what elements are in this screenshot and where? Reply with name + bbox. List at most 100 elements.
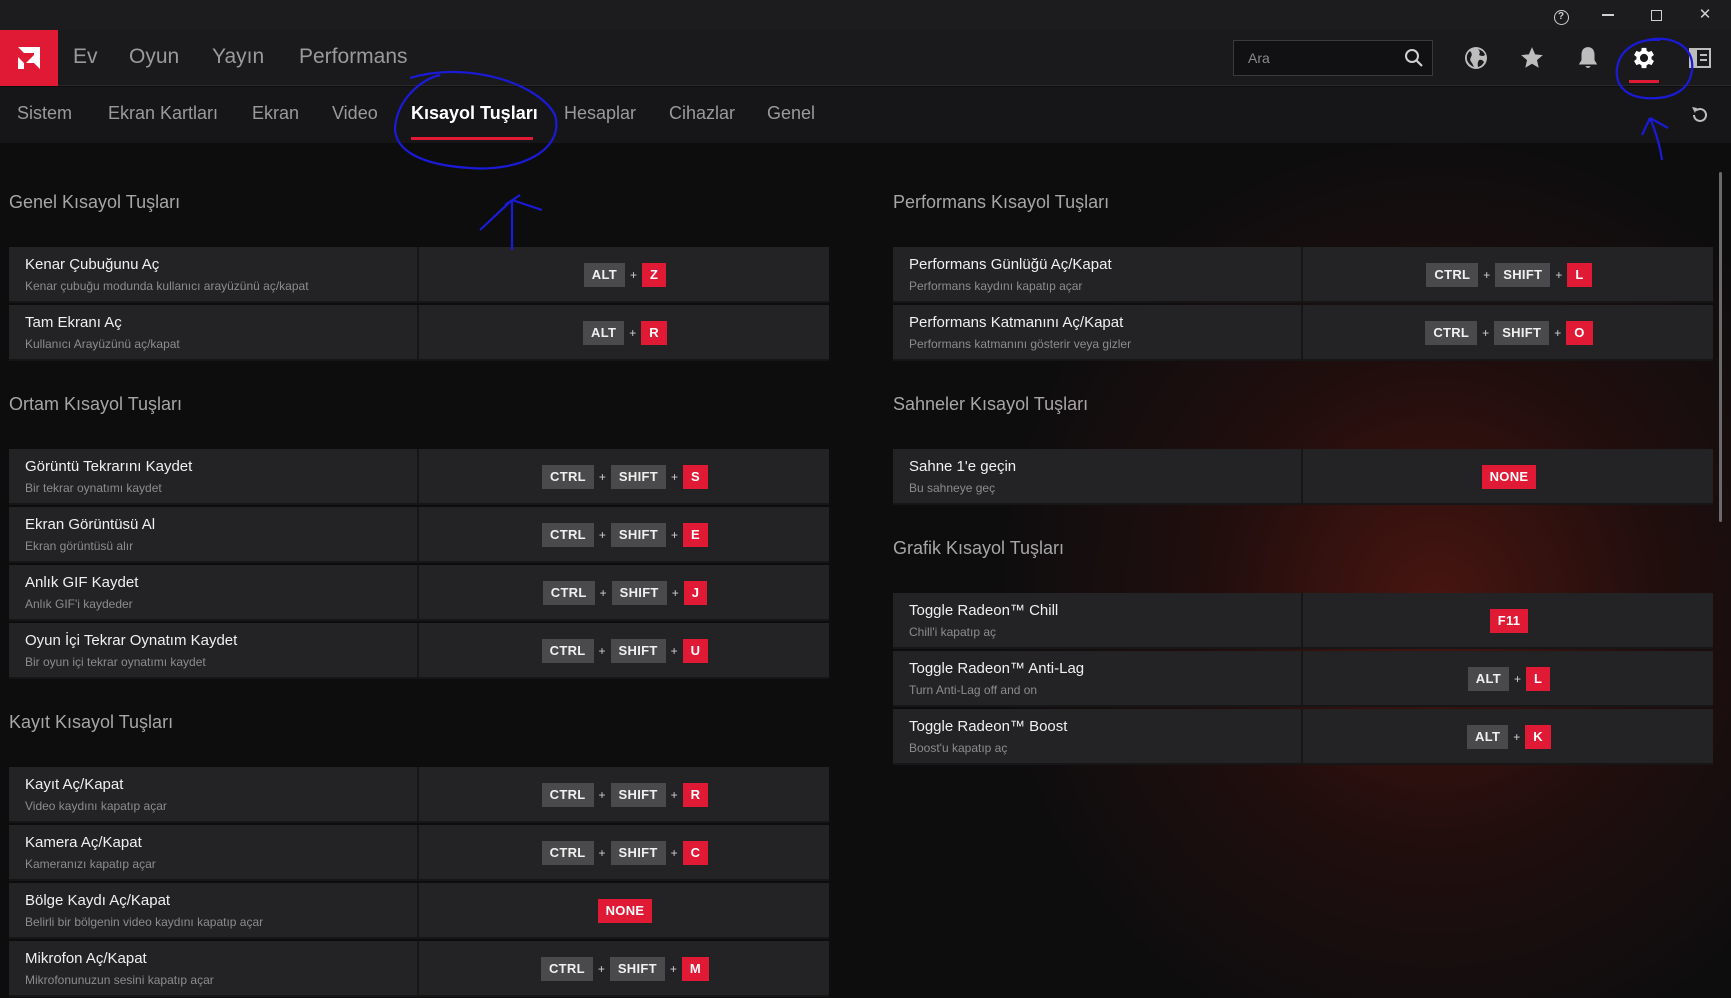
key-modifier: SHIFT xyxy=(609,957,665,981)
key-modifier: CTRL xyxy=(542,465,594,489)
shortcut-title: Anlık GIF Kaydet xyxy=(25,574,139,591)
star-icon xyxy=(1521,47,1543,68)
shortcut-keys-button[interactable]: ALT + R xyxy=(421,305,829,361)
key-plus: + xyxy=(598,470,606,484)
key-plus: + xyxy=(1482,326,1490,340)
scrollbar-thumb[interactable] xyxy=(1719,172,1722,522)
shortcut-description: Chill'i kapatıp aç xyxy=(909,625,996,639)
shortcut-keys-button[interactable]: CTRL + SHIFT + S xyxy=(421,449,829,505)
shortcut-description: Turn Anti-Lag off and on xyxy=(909,683,1038,697)
shortcut-keys-button[interactable]: ALT + Z xyxy=(421,247,829,303)
shortcut-keys-button[interactable]: NONE xyxy=(1305,449,1713,505)
tab-ekran-kartlari[interactable]: Ekran Kartları xyxy=(108,103,218,124)
tab-ekran[interactable]: Ekran xyxy=(252,103,299,124)
shortcut-description: Kenar çubuğu modunda kullanıcı arayüzünü… xyxy=(25,279,309,293)
shortcut-keys-button[interactable]: NONE xyxy=(421,883,829,939)
shortcut-info: Sahne 1'e geçin Bu sahneye geç xyxy=(893,449,1303,505)
help-button[interactable]: ? xyxy=(1546,4,1576,26)
tab-kisayol-tuslari[interactable]: Kısayol Tuşları xyxy=(411,103,538,124)
key-modifier: CTRL xyxy=(541,783,594,807)
tab-video[interactable]: Video xyxy=(332,103,378,124)
key-modifier: ALT xyxy=(583,263,625,287)
key-plus: + xyxy=(599,586,607,600)
section-title-performans: Performans Kısayol Tuşları xyxy=(893,192,1110,212)
tab-sistem[interactable]: Sistem xyxy=(17,103,72,124)
nav-item-performans[interactable]: Performans xyxy=(299,45,408,69)
shortcut-description: Performans katmanını gösterir veya gizle… xyxy=(909,337,1132,351)
search-input[interactable] xyxy=(1234,41,1399,75)
key-plus: + xyxy=(670,644,678,658)
amd-logo-button[interactable] xyxy=(0,30,58,86)
shortcut-description: Bir tekrar oynatımı kaydet xyxy=(25,481,162,495)
shortcut-description: Belirli bir bölgenin video kaydını kapat… xyxy=(25,915,264,929)
key-modifier: CTRL xyxy=(1426,263,1479,287)
shortcut-description: Boost'u kapatıp aç xyxy=(909,741,1008,755)
key-plus: + xyxy=(1513,730,1521,744)
key-plus: + xyxy=(1483,268,1491,282)
shortcut-row: Toggle Radeon™ Boost Boost'u kapatıp aç AL… xyxy=(893,709,1713,765)
shortcut-row: Performans Katmanını Aç/Kapat Performans … xyxy=(893,305,1713,361)
key-modifier: CTRL xyxy=(1425,321,1478,345)
search-box xyxy=(1233,40,1433,76)
shortcut-description: Anlık GIF'i kaydeder xyxy=(25,597,133,611)
nav-item-yayin[interactable]: Yayın xyxy=(212,45,264,69)
tab-hesaplar[interactable]: Hesaplar xyxy=(564,103,636,124)
notifications-button[interactable] xyxy=(1572,42,1604,74)
shortcut-keys-button[interactable]: ALT + L xyxy=(1305,651,1713,707)
shortcut-title: Oyun İçi Tekrar Oynatım Kaydet xyxy=(25,632,238,649)
shortcut-title: Tam Ekranı Aç xyxy=(25,314,122,331)
search-icon[interactable] xyxy=(1404,48,1424,68)
key-modifier: ALT xyxy=(1467,667,1509,691)
close-icon: ✕ xyxy=(1698,6,1712,23)
key-plus: + xyxy=(598,788,606,802)
key-main: M xyxy=(681,957,710,981)
minimize-button[interactable] xyxy=(1593,4,1623,26)
shortcut-keys-button[interactable]: CTRL + SHIFT + J xyxy=(421,565,829,621)
shortcut-info: Anlık GIF Kaydet Anlık GIF'i kaydeder xyxy=(9,565,419,621)
key-main: K xyxy=(1525,725,1551,749)
shortcut-keys-button[interactable]: CTRL + SHIFT + C xyxy=(421,825,829,881)
key-plus: + xyxy=(629,268,637,282)
tab-cihazlar[interactable]: Cihazlar xyxy=(669,103,735,124)
shortcut-keys-button[interactable]: CTRL + SHIFT + L xyxy=(1305,247,1713,303)
shortcut-keys-button[interactable]: CTRL + SHIFT + O xyxy=(1305,305,1713,361)
section-title-sahneler: Sahneler Kısayol Tuşları xyxy=(893,394,1089,414)
key-modifier: SHIFT xyxy=(611,581,667,605)
amd-logo-icon xyxy=(18,47,40,69)
nav-item-ev[interactable]: Ev xyxy=(73,45,98,69)
favorites-button[interactable] xyxy=(1516,42,1548,74)
key-modifier: CTRL xyxy=(541,639,594,663)
key-modifier: SHIFT xyxy=(610,841,666,865)
key-modifier: ALT xyxy=(583,321,625,345)
key-modifier: SHIFT xyxy=(610,783,666,807)
shortcut-description: Bu sahneye geç xyxy=(909,481,996,495)
key-plus: + xyxy=(670,528,678,542)
sidebar-toggle-button[interactable] xyxy=(1684,42,1716,74)
reset-icon[interactable] xyxy=(1688,103,1712,127)
shortcut-keys-button[interactable]: CTRL + SHIFT + M xyxy=(421,941,829,997)
key-modifier: SHIFT xyxy=(1495,263,1551,287)
shortcut-row: Bölge Kaydı Aç/Kapat Belirli bir bölgenin… xyxy=(9,883,829,939)
settings-button[interactable] xyxy=(1628,42,1660,74)
active-tab-indicator xyxy=(411,137,533,140)
shortcut-keys-button[interactable]: CTRL + SHIFT + E xyxy=(421,507,829,563)
tab-genel[interactable]: Genel xyxy=(767,103,815,124)
settings-tabs: Sistem Ekran Kartları Ekran Video Kısayo… xyxy=(0,87,1731,143)
shortcut-keys-button[interactable]: F11 xyxy=(1305,593,1713,649)
key-main: F11 xyxy=(1489,609,1529,633)
settings-active-indicator xyxy=(1629,80,1659,83)
nav-item-oyun[interactable]: Oyun xyxy=(129,45,179,69)
shortcut-row: Oyun İçi Tekrar Oynatım Kaydet Bir oyun i… xyxy=(9,623,829,679)
maximize-button[interactable] xyxy=(1641,4,1671,26)
close-button[interactable]: ✕ xyxy=(1690,4,1720,26)
shortcut-keys-button[interactable]: CTRL + SHIFT + R xyxy=(421,767,829,823)
shortcut-info: Oyun İçi Tekrar Oynatım Kaydet Bir oyun i… xyxy=(9,623,419,679)
globe-button[interactable] xyxy=(1460,42,1492,74)
shortcut-info: Kayıt Aç/Kapat Video kaydını kapatıp açar xyxy=(9,767,419,823)
shortcut-title: Performans Günlüğü Aç/Kapat xyxy=(909,256,1112,273)
shortcut-keys-button[interactable]: ALT + K xyxy=(1305,709,1713,765)
shortcut-keys-button[interactable]: CTRL + SHIFT + U xyxy=(421,623,829,679)
key-modifier: CTRL xyxy=(542,523,594,547)
scrollbar[interactable] xyxy=(1719,160,1725,998)
section-genel: Kenar Çubuğunu Aç Kenar çubuğu modunda ku… xyxy=(9,247,829,363)
